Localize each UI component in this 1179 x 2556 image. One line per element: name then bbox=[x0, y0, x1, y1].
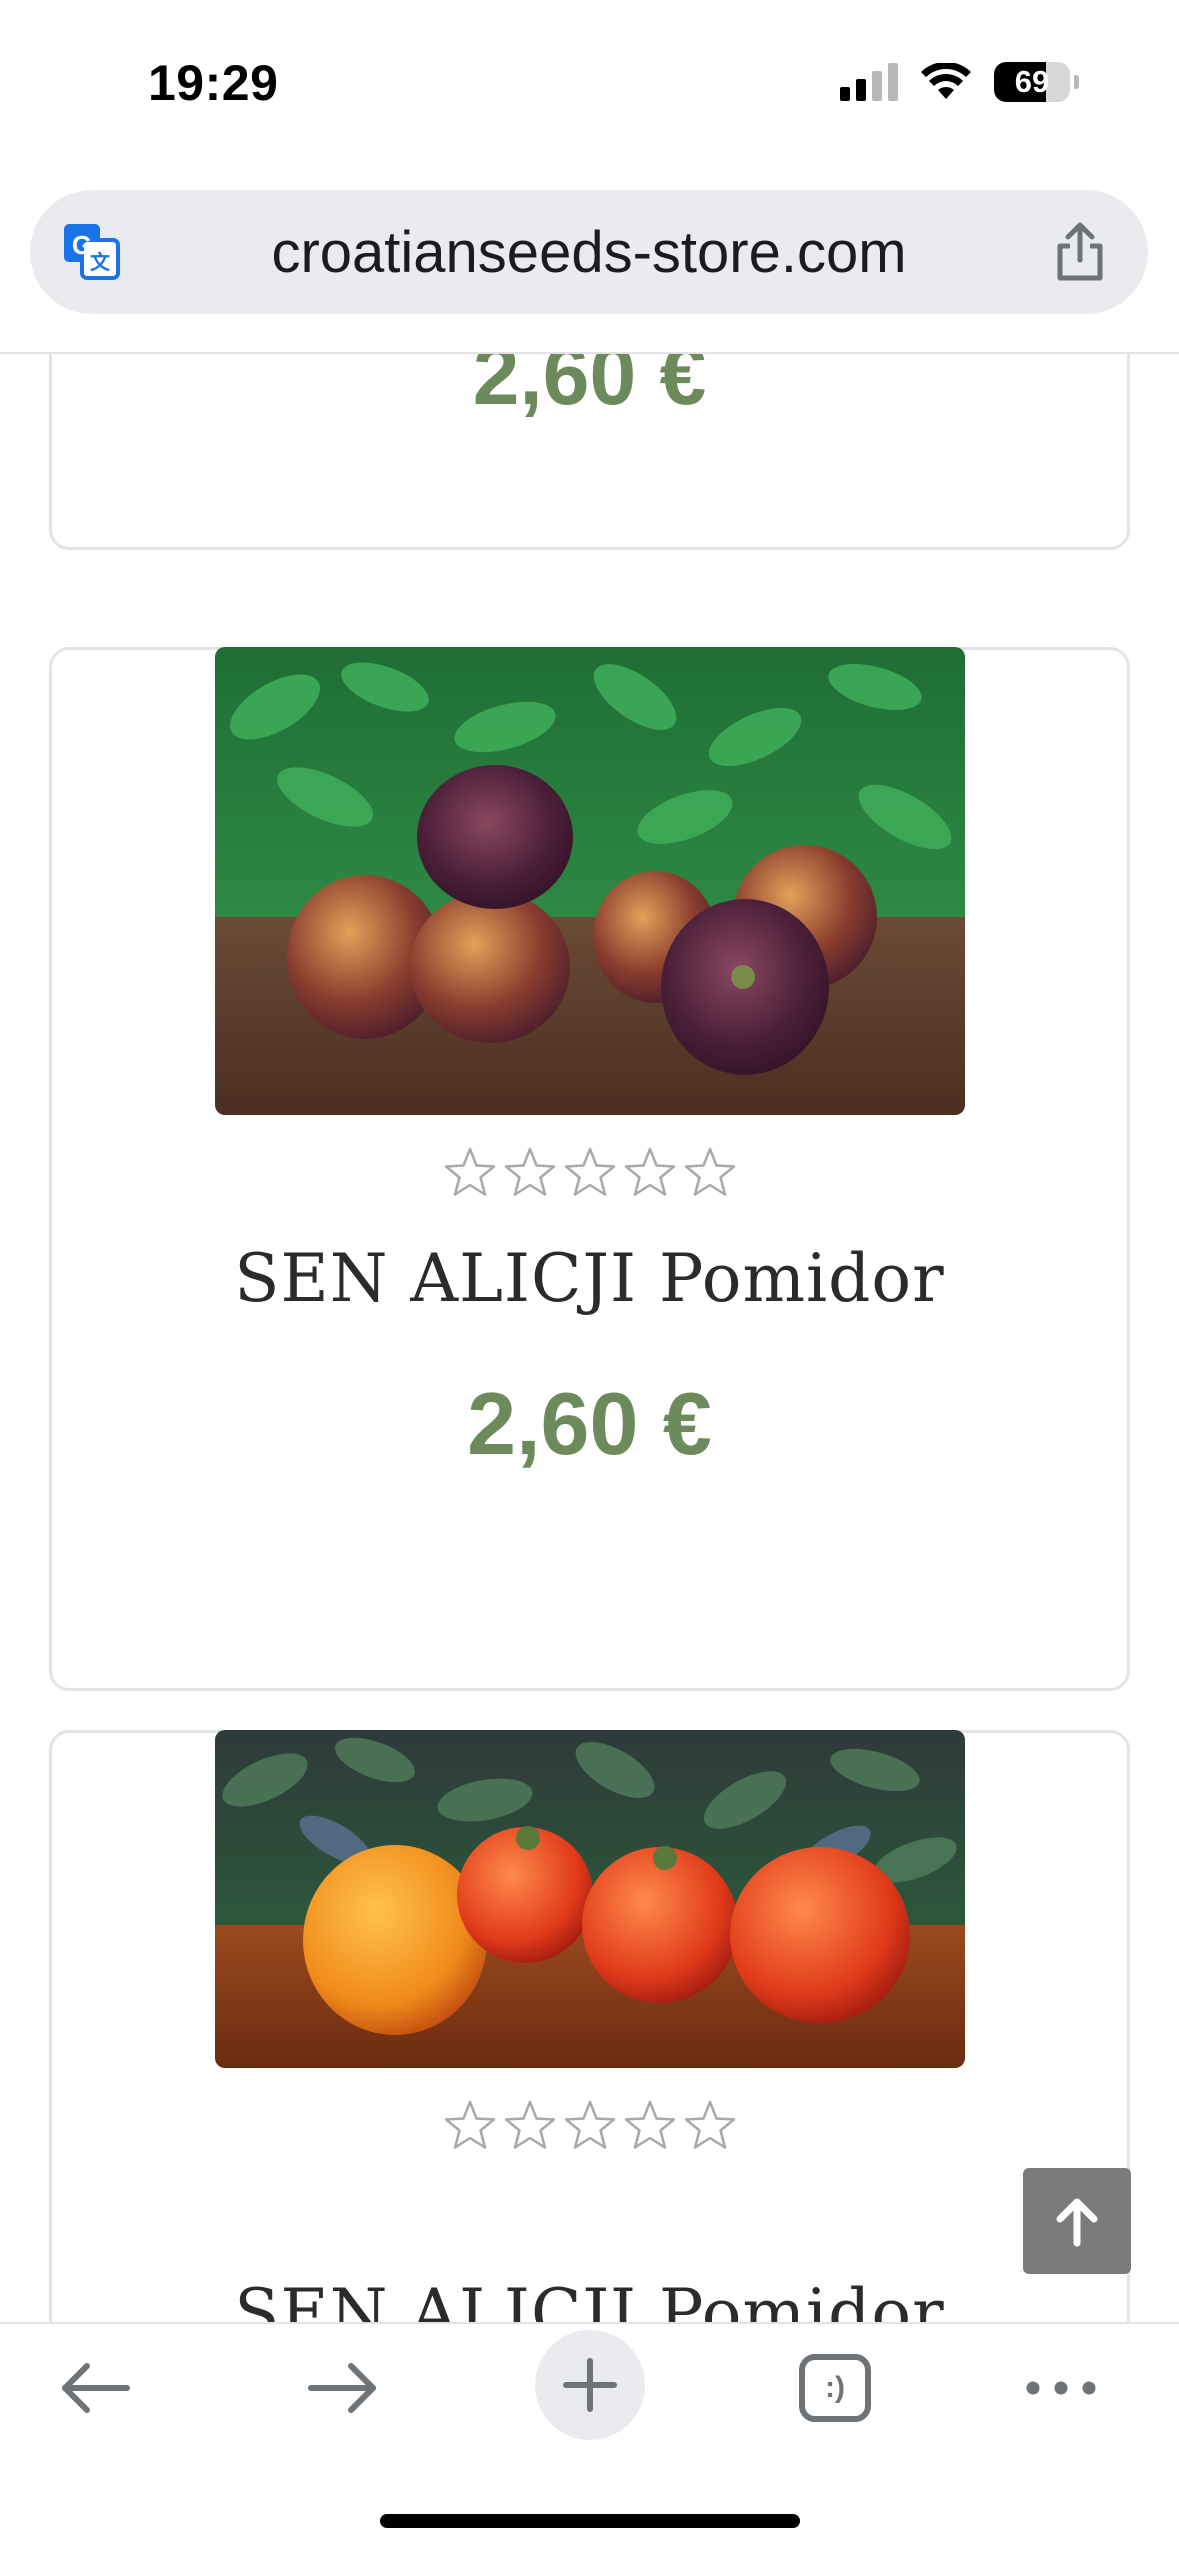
arrow-right-icon bbox=[308, 2363, 376, 2413]
star-empty-icon[interactable] bbox=[564, 2099, 616, 2151]
product-card[interactable]: SEN ALICJI Pomidor bbox=[49, 1730, 1130, 2322]
arrow-up-icon bbox=[1056, 2198, 1098, 2247]
url-text[interactable]: croatianseeds-store.com bbox=[30, 190, 1148, 314]
product-card[interactable]: 2,60 € bbox=[49, 354, 1130, 550]
star-empty-icon[interactable] bbox=[444, 2099, 496, 2151]
status-icons: 69 bbox=[840, 62, 1079, 102]
arrow-left-icon bbox=[62, 2363, 130, 2413]
forward-button[interactable] bbox=[288, 2333, 398, 2443]
product-price: 2,60 € bbox=[472, 354, 707, 422]
product-price: 2,60 € bbox=[467, 1374, 712, 1473]
share-icon[interactable] bbox=[1050, 220, 1110, 284]
new-tab-button[interactable] bbox=[535, 2330, 645, 2440]
product-image[interactable] bbox=[215, 647, 965, 1115]
product-name[interactable]: SEN ALICJI Pomidor bbox=[52, 2275, 1127, 2322]
star-empty-icon[interactable] bbox=[564, 1146, 616, 1198]
wifi-icon bbox=[920, 63, 972, 101]
address-bar[interactable]: G 文 croatianseeds-store.com bbox=[30, 190, 1148, 314]
status-time: 19:29 bbox=[148, 55, 279, 111]
star-rating[interactable] bbox=[52, 1146, 1127, 1198]
product-image[interactable] bbox=[215, 1730, 965, 2068]
more-button[interactable] bbox=[1006, 2333, 1116, 2443]
scroll-to-top-button[interactable] bbox=[1023, 2168, 1131, 2274]
cellular-signal-icon bbox=[840, 63, 898, 101]
more-dots-icon bbox=[1026, 2381, 1096, 2395]
product-list: 2,60 € SEN ALICJI Pomidor 2,60 € SEN ALI… bbox=[0, 354, 1179, 2322]
star-empty-icon[interactable] bbox=[624, 2099, 676, 2151]
star-rating[interactable] bbox=[52, 2099, 1127, 2151]
home-indicator bbox=[380, 2514, 800, 2528]
star-empty-icon[interactable] bbox=[444, 1146, 496, 1198]
plus-icon bbox=[563, 2358, 617, 2412]
battery-percent: 69 bbox=[1014, 64, 1050, 99]
star-empty-icon[interactable] bbox=[684, 1146, 736, 1198]
star-empty-icon[interactable] bbox=[624, 1146, 676, 1198]
star-empty-icon[interactable] bbox=[504, 2099, 556, 2151]
tabs-count: :) bbox=[799, 2354, 871, 2422]
back-button[interactable] bbox=[40, 2333, 150, 2443]
product-name[interactable]: SEN ALICJI Pomidor bbox=[52, 1240, 1127, 1317]
star-empty-icon[interactable] bbox=[504, 1146, 556, 1198]
product-card[interactable]: SEN ALICJI Pomidor 2,60 € bbox=[49, 647, 1130, 1691]
status-bar: 19:29 69 bbox=[0, 0, 1179, 170]
battery-nub bbox=[1074, 75, 1079, 89]
battery-icon: 69 bbox=[994, 62, 1070, 102]
star-empty-icon[interactable] bbox=[684, 2099, 736, 2151]
tabs-button[interactable]: :) bbox=[780, 2333, 890, 2443]
